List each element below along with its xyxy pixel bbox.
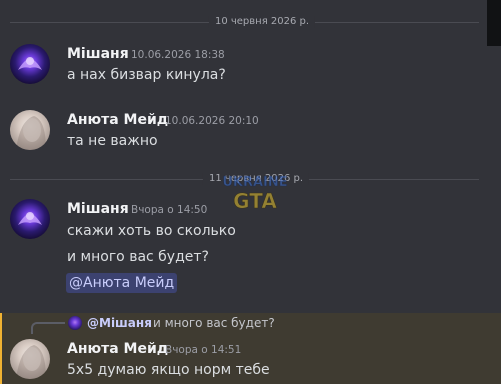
- avatar-image: [16, 345, 46, 379]
- avatar[interactable]: [10, 110, 50, 150]
- chat-view: 10 червня 2026 р. Мішаня 10.06.2026 18:3…: [0, 0, 501, 384]
- message-text: и много вас будет?: [67, 249, 209, 265]
- reply-avatar[interactable]: [68, 316, 82, 330]
- message-author[interactable]: Мішаня: [67, 45, 129, 63]
- watermark-logo: UKRAINE GTA: [222, 175, 288, 214]
- message-timestamp: Вчора о 14:50: [131, 204, 208, 216]
- user-mention[interactable]: @Анюта Мейд: [66, 273, 178, 293]
- reply-preview-text[interactable]: и много вас будет?: [153, 315, 275, 331]
- avatar[interactable]: [10, 199, 50, 239]
- watermark-text-bottom: GTA: [233, 189, 277, 213]
- message-text: та не важно: [67, 133, 158, 149]
- message-text: 5х5 думаю якщо норм тебе: [67, 362, 270, 378]
- avatar-image: [18, 212, 42, 225]
- date-divider-label: 10 червня 2026 р.: [208, 16, 316, 28]
- avatar-image: [16, 116, 46, 150]
- message-timestamp: 10.06.2026 20:10: [165, 115, 259, 127]
- avatar[interactable]: [10, 339, 50, 379]
- message-timestamp: 10.06.2026 18:38: [131, 49, 225, 61]
- message-author[interactable]: Анюта Мейд: [67, 111, 168, 129]
- message-text: а нах бизвар кинула?: [67, 67, 226, 83]
- message-author[interactable]: Мішаня: [67, 200, 129, 218]
- avatar[interactable]: [10, 44, 50, 84]
- highlight-indicator: [0, 313, 2, 384]
- message-author[interactable]: Анюта Мейд: [67, 340, 168, 358]
- watermark-text-top: UKRAINE: [222, 175, 287, 190]
- scrollbar[interactable]: [487, 0, 501, 46]
- message-text: скажи хоть во сколько: [67, 223, 236, 239]
- message-timestamp: Вчора о 14:51: [165, 344, 242, 356]
- reply-spine: [31, 322, 65, 334]
- reply-author[interactable]: @Мішаня: [87, 315, 152, 331]
- avatar-image: [18, 57, 42, 70]
